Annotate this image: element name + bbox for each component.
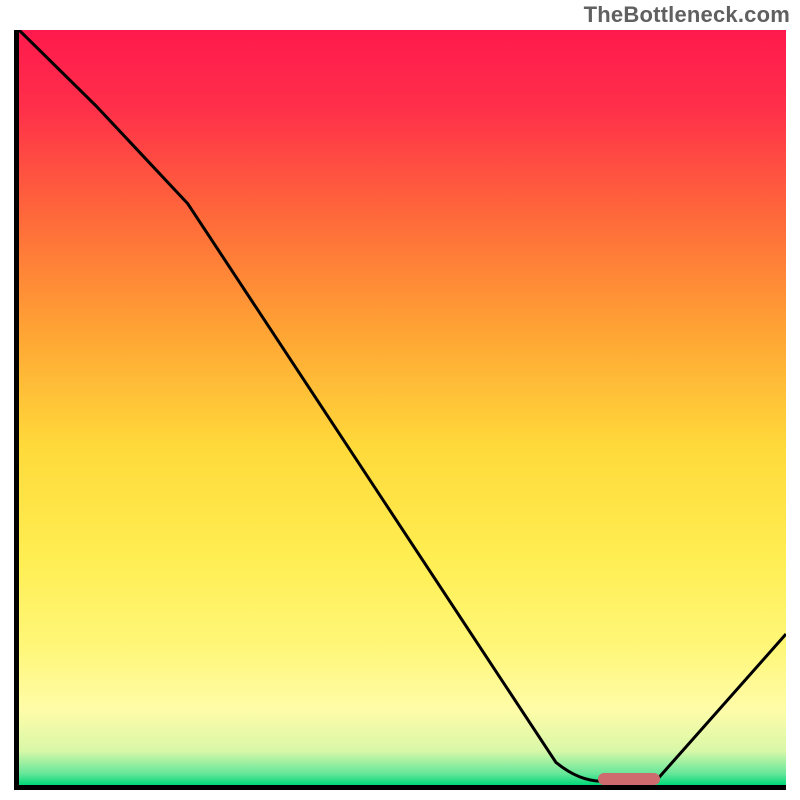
curve-path xyxy=(19,30,786,781)
plot-area xyxy=(19,30,786,785)
chart-axes xyxy=(14,30,786,790)
watermark-text: TheBottleneck.com xyxy=(584,2,790,28)
optimum-marker xyxy=(598,773,660,785)
bottleneck-curve xyxy=(19,30,786,785)
